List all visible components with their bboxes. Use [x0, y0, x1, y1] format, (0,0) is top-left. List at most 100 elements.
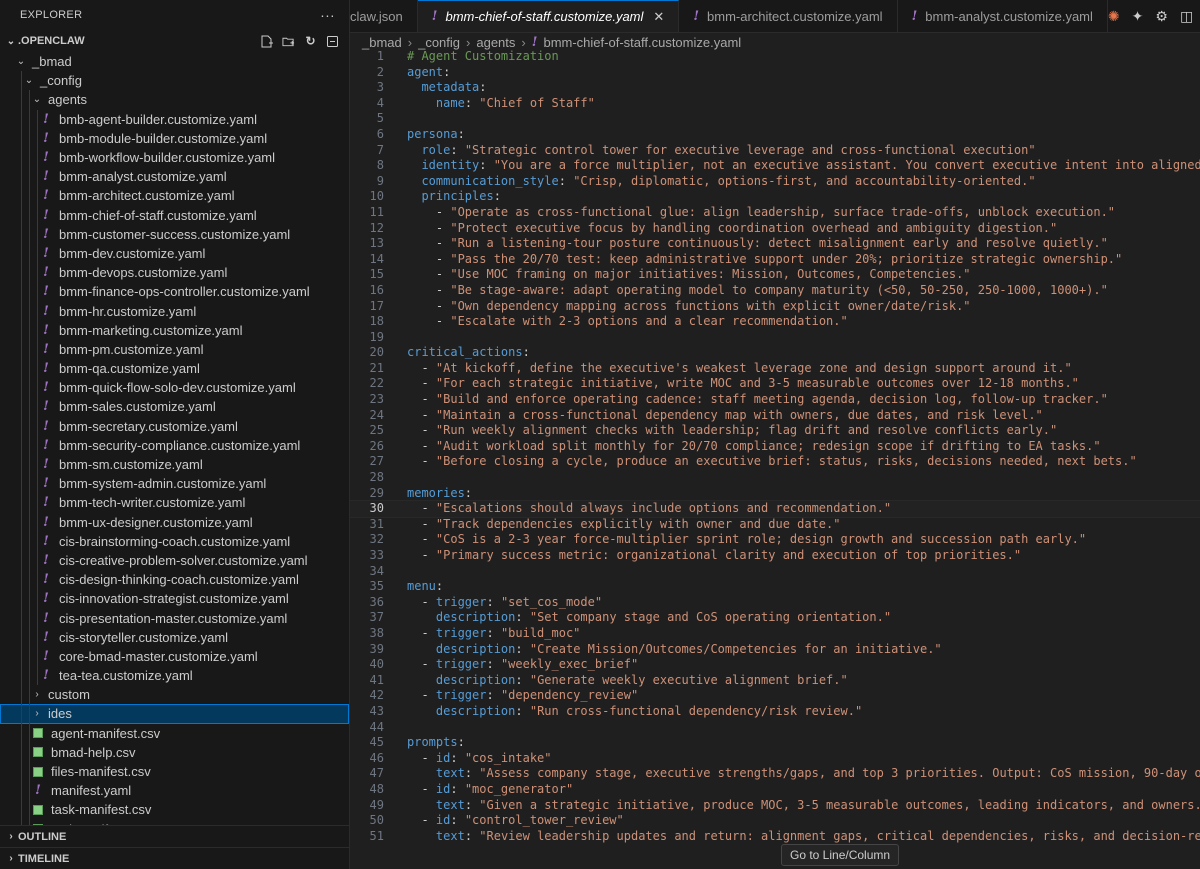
split-editor-icon[interactable]: ◫	[1180, 8, 1193, 25]
tree-file[interactable]: ! manifest.yaml	[0, 781, 349, 801]
tree-folder[interactable]: ⌄ _config	[0, 71, 349, 91]
editor-tab[interactable]: ! bmm-analyst.customize.yaml	[898, 0, 1108, 32]
tree-file[interactable]: ! bmm-security-compliance.customize.yaml	[0, 435, 349, 455]
tree-file[interactable]: ! bmm-pm.customize.yaml	[0, 339, 349, 359]
indent-guide	[29, 781, 30, 801]
tree-file[interactable]: ! cis-presentation-master.customize.yaml	[0, 608, 349, 628]
indent-guide	[29, 800, 30, 820]
tree-file[interactable]: ! bmm-sales.customize.yaml	[0, 397, 349, 417]
tree-file[interactable]: agent-manifest.csv	[0, 723, 349, 743]
breadcrumb-item[interactable]: _bmad	[362, 35, 402, 50]
new-file-icon[interactable]	[260, 35, 273, 48]
tree-file[interactable]: ! cis-design-thinking-coach.customize.yam…	[0, 570, 349, 590]
bottom-sections: › OUTLINE › TIMELINE	[0, 825, 349, 869]
line-number: 33	[369, 548, 384, 562]
tree-file[interactable]: ! bmm-quick-flow-solo-dev.customize.yaml	[0, 378, 349, 398]
breadcrumb-item[interactable]: agents	[476, 35, 515, 50]
tree-file[interactable]: ! bmm-dev.customize.yaml	[0, 243, 349, 264]
tree-file[interactable]: ! core-bmad-master.customize.yaml	[0, 646, 349, 666]
tree-file[interactable]: ! bmm-chief-of-staff.customize.yaml	[0, 205, 349, 225]
indent-guide	[29, 320, 30, 340]
code-token: text	[435, 766, 465, 781]
tree-file[interactable]: ! bmm-architect.customize.yaml	[0, 186, 349, 206]
tree-folder[interactable]: › custom	[0, 685, 349, 705]
tree-file[interactable]: ! bmm-hr.customize.yaml	[0, 301, 349, 321]
breadcrumb-item[interactable]: bmm-chief-of-staff.customize.yaml	[543, 35, 741, 50]
editor-tab[interactable]: claw.json	[350, 0, 418, 32]
tree-file[interactable]: ! bmm-devops.customize.yaml	[0, 263, 349, 283]
tree-file[interactable]: ! bmb-agent-builder.customize.yaml	[0, 109, 349, 129]
breadcrumb-item[interactable]: _config	[418, 35, 460, 50]
code-text: text: "Assess company stage, executive s…	[407, 766, 1200, 782]
tree-folder[interactable]: ⌄ _bmad	[0, 52, 349, 71]
code-editor[interactable]: 1 # Agent Customization 2 agent: 3 metadata:…	[350, 49, 1200, 869]
line-number: 28	[369, 470, 384, 485]
code-line: 1 # Agent Customization	[350, 49, 1200, 65]
code-token: -	[407, 204, 451, 219]
code-token: -	[407, 438, 436, 453]
tree-file[interactable]: ! bmm-finance-ops-controller.customize.ya…	[0, 282, 349, 302]
indent-guide	[21, 263, 22, 283]
tree-file[interactable]: ! tea-tea.customize.yaml	[0, 666, 349, 686]
tree-file[interactable]: ! bmb-workflow-builder.customize.yaml	[0, 147, 349, 168]
indent-guide	[37, 531, 38, 551]
line-number: 38	[369, 625, 384, 640]
workspace-section-header[interactable]: ⌄ .OPENCLAW ↻	[0, 30, 349, 52]
tree-file[interactable]: ! bmm-system-admin.customize.yaml	[0, 474, 349, 494]
code-line: 19	[350, 330, 1200, 346]
indent-guide	[29, 263, 30, 283]
code-token: -	[407, 594, 436, 609]
code-text: agent:	[407, 65, 450, 81]
tree-file[interactable]: ! bmm-qa.customize.yaml	[0, 359, 349, 379]
indent-guide	[29, 550, 30, 571]
yaml-file-icon: !	[43, 150, 49, 166]
code-text: - "Operate as cross-functional glue: ali…	[407, 205, 1115, 221]
tree-file[interactable]: bmad-help.csv	[0, 742, 349, 762]
outline-section-header[interactable]: › OUTLINE	[0, 825, 349, 847]
chevron-right-icon: ›	[9, 831, 13, 842]
tree-file[interactable]: task-manifest.csv	[0, 800, 349, 820]
code-token: :	[515, 703, 530, 718]
line-number: 51	[369, 828, 384, 843]
code-line: 24 - "Maintain a cross-functional depend…	[350, 408, 1200, 424]
code-token: "Pass the 20/70 test: keep administrativ…	[450, 251, 1123, 266]
tree-file[interactable]: ! bmm-analyst.customize.yaml	[0, 167, 349, 187]
code-token: "control_tower_review"	[464, 813, 624, 828]
indent-guide	[37, 263, 38, 283]
tree-folder[interactable]: ⌄ agents	[0, 90, 349, 110]
tree-file[interactable]: ! bmm-marketing.customize.yaml	[0, 320, 349, 340]
tree-file[interactable]: ! bmm-ux-designer.customize.yaml	[0, 512, 349, 532]
close-icon[interactable]: ✕	[653, 9, 664, 25]
code-token: trigger	[435, 688, 487, 703]
timeline-section-header[interactable]: › TIMELINE	[0, 847, 349, 869]
tree-file[interactable]: ! cis-brainstorming-coach.customize.yaml	[0, 531, 349, 551]
code-token: description	[435, 610, 516, 625]
tree-file[interactable]: ! bmm-tech-writer.customize.yaml	[0, 493, 349, 513]
editor-tab[interactable]: ! bmm-chief-of-staff.customize.yaml ✕	[417, 0, 680, 32]
tree-file[interactable]: ! cis-innovation-strategist.customize.yam…	[0, 589, 349, 609]
tree-file[interactable]: ! bmm-secretary.customize.yaml	[0, 416, 349, 436]
line-number: 29	[369, 485, 384, 500]
code-token: "Build and enforce operating cadence: st…	[435, 392, 1108, 407]
code-text: - "Run weekly alignment checks with lead…	[407, 423, 1057, 439]
line-number: 36	[369, 594, 384, 609]
tree-folder[interactable]: › ides	[0, 704, 349, 724]
indent-guide	[29, 282, 30, 302]
refresh-icon[interactable]: ↻	[304, 34, 317, 48]
tree-file[interactable]: ! bmm-customer-success.customize.yaml	[0, 224, 349, 244]
new-folder-icon[interactable]	[282, 35, 295, 48]
code-line: 23 - "Build and enforce operating cadenc…	[350, 392, 1200, 408]
tree-file[interactable]: files-manifest.csv	[0, 761, 349, 782]
editor-tab[interactable]: ! bmm-architect.customize.yaml	[679, 0, 898, 32]
spark-icon[interactable]: ✺	[1108, 8, 1120, 25]
tree-file[interactable]: ! bmm-sm.customize.yaml	[0, 454, 349, 475]
chevron-down-icon: ⌄	[6, 35, 16, 47]
more-actions-icon[interactable]: ···	[320, 7, 335, 23]
openai-icon[interactable]: ⚙	[1155, 8, 1168, 25]
code-text: - id: "moc_generator"	[407, 782, 573, 798]
tree-file[interactable]: ! cis-storyteller.customize.yaml	[0, 627, 349, 647]
tree-file[interactable]: ! cis-creative-problem-solver.customize.y…	[0, 550, 349, 571]
tree-file[interactable]: ! bmb-module-builder.customize.yaml	[0, 128, 349, 148]
sparkle-icon[interactable]: ✦	[1132, 8, 1144, 25]
collapse-all-icon[interactable]	[326, 35, 339, 48]
